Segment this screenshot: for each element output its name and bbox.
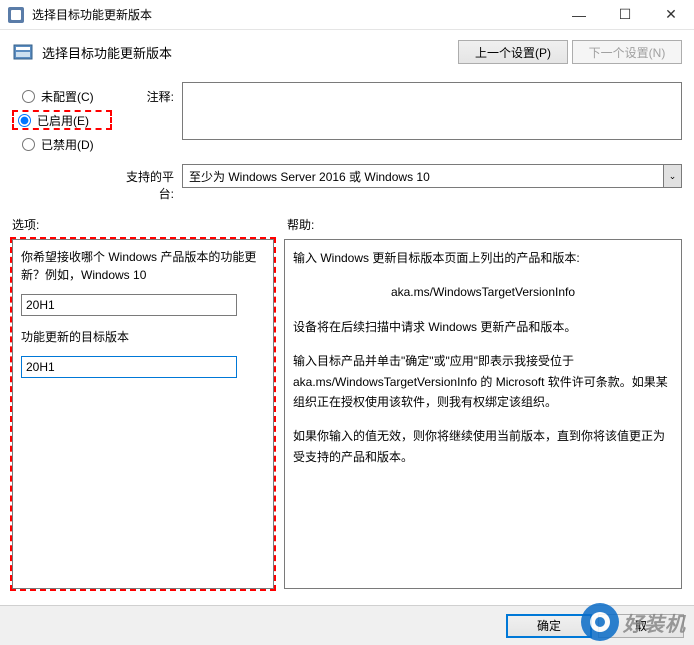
radio-not-configured-label: 未配置(C) (41, 88, 94, 105)
minimize-button[interactable]: — (556, 0, 602, 30)
options-panel: 你希望接收哪个 Windows 产品版本的功能更新？例如，Windows 10 … (12, 239, 274, 589)
radio-not-configured[interactable]: 未配置(C) (12, 86, 112, 106)
target-version-input[interactable] (21, 356, 237, 378)
product-version-label: 你希望接收哪个 Windows 产品版本的功能更新？例如，Windows 10 (21, 248, 265, 284)
help-text-4: 如果你输入的值无效，则你将继续使用当前版本，直到你将该值更正为受支持的产品和版本… (293, 426, 673, 467)
comment-textarea[interactable] (182, 82, 682, 140)
window-icon (8, 7, 24, 23)
help-section-label: 帮助: (287, 216, 314, 233)
help-text-2: 设备将在后续扫描中请求 Windows 更新产品和版本。 (293, 317, 673, 337)
page-title: 选择目标功能更新版本 (42, 43, 454, 62)
help-panel: 输入 Windows 更新目标版本页面上列出的产品和版本: aka.ms/Win… (284, 239, 682, 589)
help-text-3: 输入目标产品并单击"确定"或"应用"即表示我接受位于aka.ms/Windows… (293, 351, 673, 412)
help-link: aka.ms/WindowsTargetVersionInfo (293, 282, 673, 302)
comment-label: 注释: (112, 82, 182, 158)
options-section-label: 选项: (12, 216, 287, 233)
product-version-input[interactable] (21, 294, 237, 316)
target-version-label: 功能更新的目标版本 (21, 328, 265, 346)
radio-enabled-label: 已启用(E) (37, 112, 89, 129)
platform-label: 支持的平台: (112, 164, 182, 202)
cancel-button[interactable]: 取 (598, 614, 684, 638)
radio-disabled-label: 已禁用(D) (41, 136, 94, 153)
help-text-1: 输入 Windows 更新目标版本页面上列出的产品和版本: (293, 248, 673, 268)
maximize-button[interactable]: ☐ (602, 0, 648, 30)
ok-button[interactable]: 确定 (506, 614, 592, 638)
radio-enabled[interactable]: 已启用(E) (12, 110, 112, 130)
prev-setting-button[interactable]: 上一个设置(P) (458, 40, 568, 64)
next-setting-button: 下一个设置(N) (572, 40, 682, 64)
platform-expand-button[interactable]: ⌄ (664, 164, 682, 188)
platform-field (182, 164, 664, 188)
page-icon (12, 42, 36, 62)
window-title: 选择目标功能更新版本 (32, 6, 556, 23)
close-button[interactable]: ✕ (648, 0, 694, 30)
radio-disabled[interactable]: 已禁用(D) (12, 134, 112, 154)
